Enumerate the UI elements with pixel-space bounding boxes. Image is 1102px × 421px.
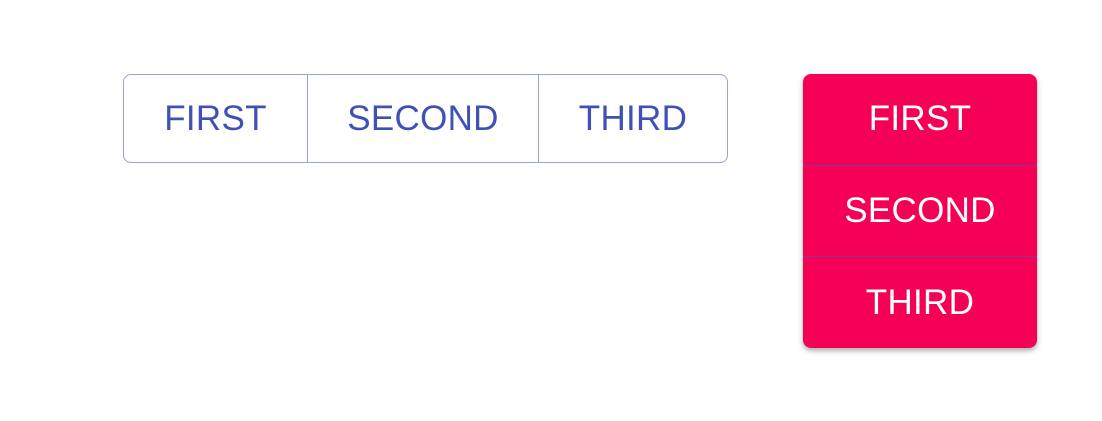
second-button[interactable]: SECOND: [803, 166, 1037, 258]
second-button[interactable]: SECOND: [308, 75, 539, 162]
horizontal-button-group: FIRST SECOND THIRD: [123, 74, 728, 163]
third-button[interactable]: THIRD: [803, 257, 1037, 348]
first-button[interactable]: FIRST: [803, 74, 1037, 166]
vertical-button-group: FIRST SECOND THIRD: [803, 74, 1037, 348]
third-button[interactable]: THIRD: [539, 75, 727, 162]
first-button[interactable]: FIRST: [124, 75, 308, 162]
